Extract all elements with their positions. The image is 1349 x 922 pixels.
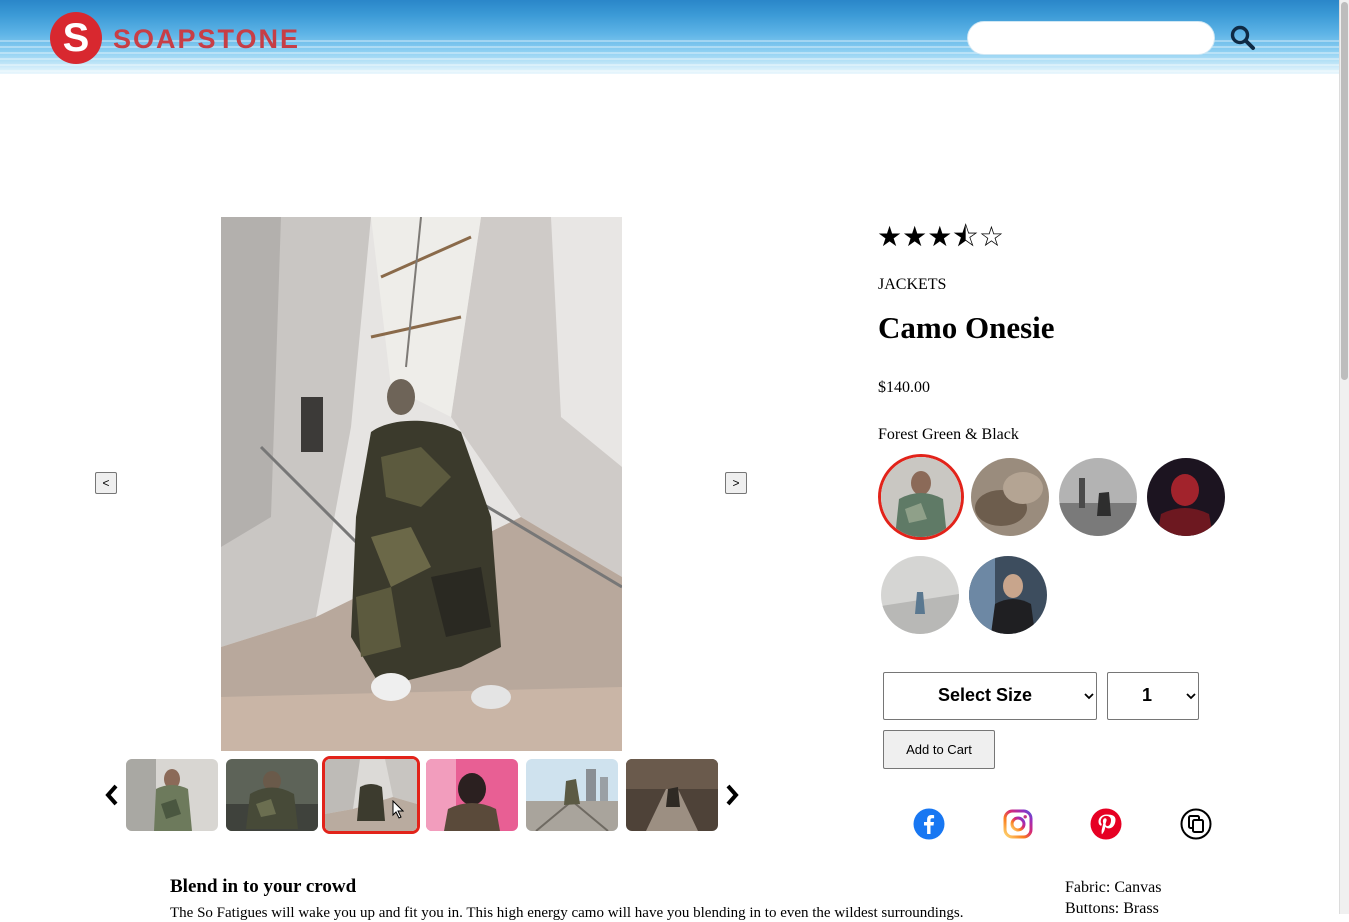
style-swatch-1[interactable] — [878, 454, 964, 540]
scrollbar-thumb[interactable] — [1341, 2, 1348, 380]
gallery-thumbnail-6[interactable] — [626, 759, 718, 831]
chevron-down-icon — [1084, 693, 1094, 700]
add-to-cart-button[interactable]: Add to Cart — [883, 730, 995, 769]
selected-style-name: Forest Green & Black — [878, 426, 1019, 443]
gallery-thumbnail-2[interactable] — [226, 759, 318, 831]
quantity-select-value: 1 — [1142, 685, 1153, 705]
style-swatch-4[interactable] — [1147, 458, 1225, 536]
style-swatch-3[interactable] — [1059, 458, 1137, 536]
logo-letter: S — [62, 15, 90, 60]
copy-link-icon[interactable] — [1180, 808, 1212, 840]
product-main-image[interactable] — [221, 217, 622, 751]
quantity-select[interactable]: 1 — [1107, 672, 1199, 720]
gallery-next-button[interactable]: > — [725, 472, 747, 494]
gallery-thumbnail-5[interactable] — [526, 759, 618, 831]
search-icon[interactable] — [1230, 25, 1256, 51]
facebook-icon[interactable] — [913, 808, 945, 840]
chevron-down-icon — [1186, 693, 1196, 700]
logo-icon[interactable]: S — [50, 12, 102, 64]
product-title: Camo Onesie — [878, 310, 1055, 345]
spec-buttons: Buttons: Brass — [1065, 900, 1159, 917]
spec-fabric: Fabric: Canvas — [1065, 879, 1162, 896]
product-rating-stars[interactable]: ★★★⯪☆ — [877, 216, 1004, 253]
size-select[interactable]: Select Size — [883, 672, 1097, 720]
gallery-thumbnail-4[interactable] — [426, 759, 518, 831]
instagram-icon[interactable] — [1002, 808, 1034, 840]
description-heading: Blend in to your crowd — [170, 876, 357, 897]
size-select-value: Select Size — [938, 685, 1033, 705]
style-swatch-2[interactable] — [971, 458, 1049, 536]
gallery-thumbnail-1[interactable] — [126, 759, 218, 831]
gallery-prev-button[interactable]: < — [95, 472, 117, 494]
chevron-left-icon[interactable] — [104, 784, 120, 806]
mouse-cursor-icon — [392, 800, 404, 819]
style-swatch-5[interactable] — [881, 556, 959, 634]
style-swatch-6[interactable] — [969, 556, 1047, 634]
product-price: $140.00 — [878, 379, 930, 396]
chevron-right-icon[interactable] — [724, 784, 740, 806]
search-input[interactable] — [967, 21, 1215, 55]
brand-name[interactable]: SOAPSTONE — [113, 24, 300, 55]
gallery-thumbnail-3[interactable] — [322, 756, 420, 834]
pinterest-icon[interactable] — [1090, 808, 1122, 840]
product-category: JACKETS — [878, 276, 947, 293]
